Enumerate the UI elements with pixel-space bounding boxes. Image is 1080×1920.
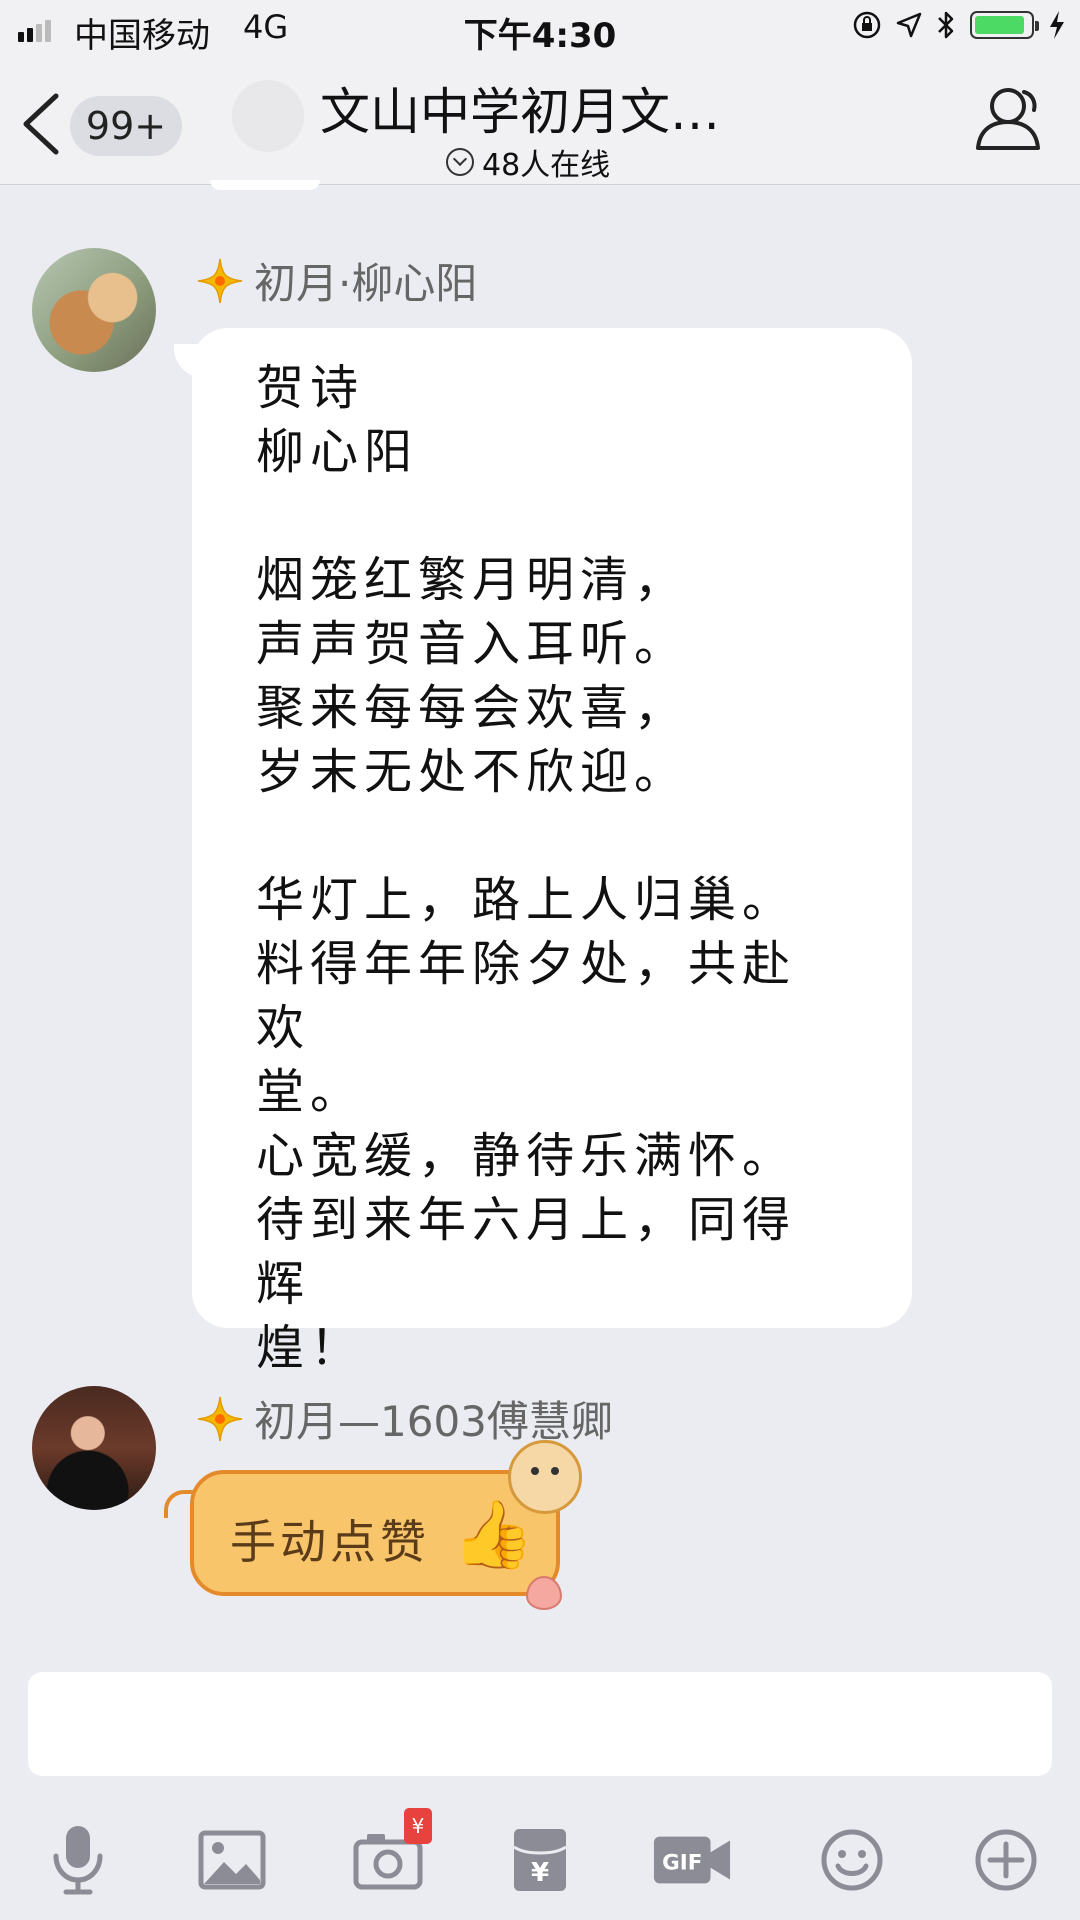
battery-level	[975, 16, 1024, 34]
poem-line: 烟笼红繁月明清，	[256, 552, 689, 608]
message-input[interactable]	[28, 1672, 1052, 1776]
svg-text:GIF: GIF	[662, 1851, 702, 1876]
peach-icon	[526, 1576, 562, 1610]
poem-line: 待到来年六月上，同得辉	[256, 1192, 797, 1312]
chevron-left-icon	[23, 93, 59, 155]
gif-icon: GIF	[653, 1836, 731, 1884]
group-members-button[interactable]	[972, 84, 1044, 156]
sticker-text: 手动点赞	[230, 1515, 430, 1569]
battery-icon	[970, 11, 1039, 39]
poem-line: 柳心阳	[256, 424, 419, 480]
poem-blank-line	[256, 804, 848, 868]
bluetooth-icon	[938, 11, 954, 39]
message-bubble[interactable]: 贺诗柳心阳烟笼红繁月明清， 声声贺音入耳听。 聚来每每会欢喜， 岁末无处不欣迎。华灯上…	[192, 328, 912, 1376]
red-packet-badge: ¥	[404, 1808, 432, 1844]
previous-message-edge	[210, 180, 320, 190]
message-text: 贺诗柳心阳烟笼红繁月明清， 声声贺音入耳听。 聚来每每会欢喜， 岁末无处不欣迎。华灯上…	[256, 356, 848, 1380]
avatar[interactable]	[32, 248, 156, 372]
sender-name[interactable]: 初月·柳心阳	[196, 250, 477, 311]
sparkle-icon	[197, 258, 243, 303]
emoji-button[interactable]	[812, 1820, 892, 1900]
emoji-icon	[821, 1829, 883, 1891]
red-packet-icon: ¥	[513, 1829, 567, 1891]
sticker-message[interactable]: 手动点赞 👍	[190, 1470, 560, 1596]
svg-text:¥: ¥	[531, 1858, 549, 1888]
sparkle-icon	[197, 1396, 243, 1441]
poem-line: 华灯上，路上人归巢。	[256, 872, 797, 928]
poem-line: 堂。	[256, 1064, 365, 1120]
monkey-face-icon	[508, 1440, 582, 1514]
person-icon	[976, 88, 1040, 150]
back-button[interactable]	[18, 92, 62, 160]
poem-line: 岁末无处不欣迎。	[256, 744, 689, 800]
status-bar: 中国移动 4G 下午4:30	[0, 0, 1080, 56]
voice-button[interactable]	[38, 1820, 118, 1900]
input-toolbar: ¥ GIF	[0, 1790, 1080, 1920]
status-icons	[852, 10, 1066, 40]
poem-line: 贺诗	[256, 360, 365, 416]
thumbs-up-icon: 👍	[452, 1496, 535, 1573]
red-packet-button[interactable]: ¥	[500, 1820, 580, 1900]
chat-title[interactable]: 文山中学初月文…	[320, 72, 760, 144]
location-icon	[896, 12, 922, 38]
poem-blank-line	[256, 484, 848, 548]
sender-name-text: 初月·柳心阳	[254, 259, 478, 308]
poem-line: 料得年年除夕处，共赴欢	[256, 936, 797, 1056]
online-status[interactable]: 48人在线	[446, 140, 610, 184]
more-button[interactable]	[966, 1820, 1046, 1900]
chevron-down-circle-icon	[446, 148, 474, 176]
group-avatar	[232, 80, 304, 152]
unread-count-badge[interactable]: 99+	[70, 96, 182, 156]
gif-button[interactable]: GIF	[652, 1820, 732, 1900]
poem-line: 聚来每每会欢喜，	[256, 680, 689, 736]
poem-line: 煌！	[256, 1320, 365, 1376]
rotation-lock-icon	[853, 11, 881, 39]
plus-icon	[975, 1829, 1037, 1891]
photo-button[interactable]	[192, 1820, 272, 1900]
avatar[interactable]	[32, 1386, 156, 1510]
poem-line: 心宽缓，静待乐满怀。	[256, 1128, 797, 1184]
image-icon	[198, 1830, 266, 1890]
online-count: 48人在线	[482, 148, 611, 183]
poem-line: 声声贺音入耳听。	[256, 616, 689, 672]
mic-icon	[53, 1826, 103, 1895]
charging-icon	[1050, 11, 1064, 39]
sender-name-text: 初月—1603傅慧卿	[254, 1397, 613, 1446]
chat-header: 99+ 文山中学初月文… 48人在线	[0, 56, 1080, 185]
